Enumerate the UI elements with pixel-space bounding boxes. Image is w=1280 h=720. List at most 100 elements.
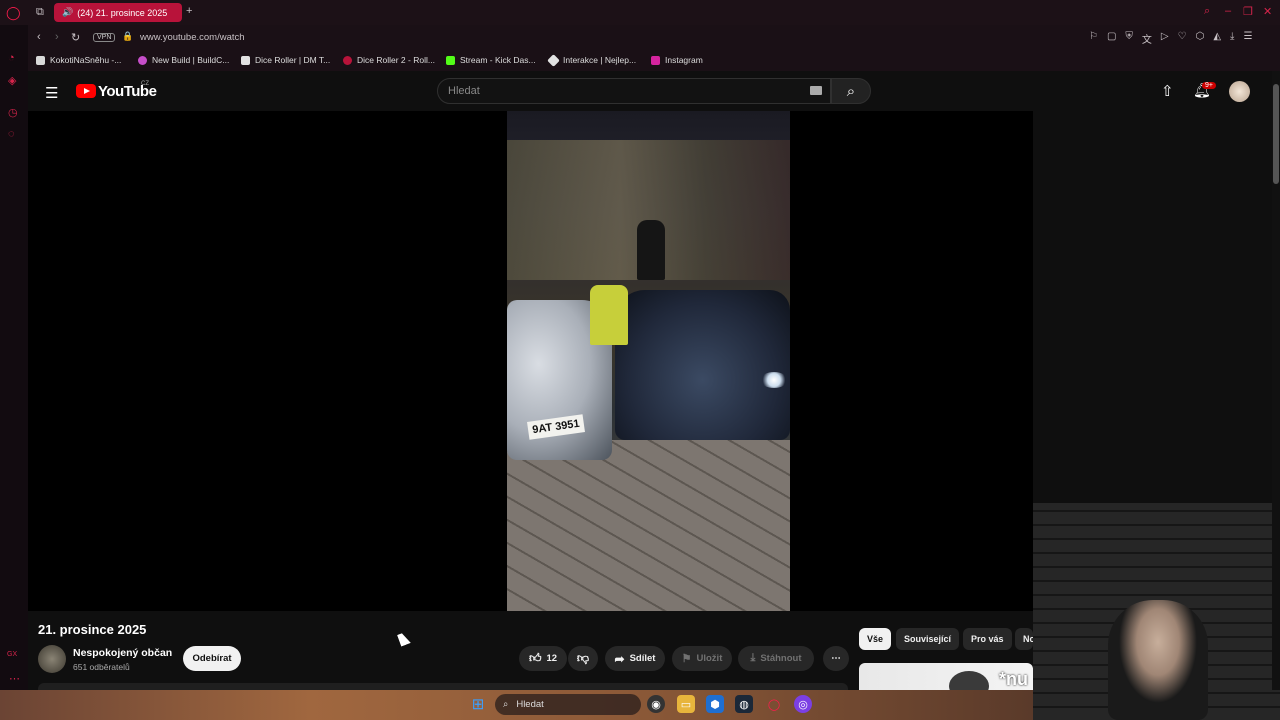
twitch-icon[interactable]: ◈ xyxy=(8,74,16,87)
search-icon: ⌕ xyxy=(846,82,856,100)
like-count: 12 xyxy=(546,653,558,664)
gx-icon[interactable]: GX xyxy=(7,651,17,658)
file-explorer-icon[interactable]: ▭ xyxy=(677,695,695,713)
subscriber-count: 651 odběratelů xyxy=(73,662,130,672)
bookmark-item[interactable]: Interakce | Nejlep... xyxy=(547,53,636,67)
download-label: Stáhnout xyxy=(760,653,802,664)
tab-switcher-icon[interactable]: ⧉ xyxy=(36,6,44,19)
shield-icon[interactable]: ⛨ xyxy=(1125,31,1133,46)
channel-avatar[interactable] xyxy=(38,645,66,673)
bookmark-item[interactable]: Stream - Kick Das... xyxy=(446,55,536,65)
back-button[interactable]: ‹ xyxy=(37,31,41,43)
steam-icon[interactable]: ◍ xyxy=(735,695,753,713)
country-code: CZ xyxy=(141,81,149,87)
bookmark-item[interactable]: KokotiNaSněhu -... xyxy=(36,55,121,65)
url-field[interactable]: www.youtube.com/watch xyxy=(140,32,245,43)
menu-icon[interactable]: ☰ xyxy=(1243,31,1252,46)
video-person-on-car xyxy=(637,220,665,280)
chip-for-you[interactable]: Pro vás xyxy=(963,628,1012,650)
opera-gx-taskbar-icon[interactable]: ◯ xyxy=(765,695,783,713)
search-input[interactable]: Hledat xyxy=(437,78,831,104)
chip-related[interactable]: Související xyxy=(896,628,960,650)
bookmark-favicon-icon xyxy=(138,55,147,65)
bookmark-favicon-icon xyxy=(547,53,560,67)
instagram-icon xyxy=(651,55,660,65)
translate-icon[interactable]: 文 xyxy=(1142,31,1152,46)
account-avatar[interactable] xyxy=(1229,81,1250,102)
save-label: Uložit xyxy=(696,653,723,664)
bookmark-favicon-icon xyxy=(343,55,352,65)
reload-button[interactable]: ↻ xyxy=(71,31,80,44)
minimize-button[interactable]: – xyxy=(1225,5,1231,17)
video-pavement xyxy=(507,440,790,611)
tab-title: (24) 21. prosince 2025 xyxy=(77,7,168,18)
hamburger-menu-icon[interactable]: ☰ xyxy=(45,84,58,102)
related-video-thumbnail[interactable]: *nu xyxy=(859,663,1033,690)
share-icon: ➦ xyxy=(614,651,625,666)
thumbnail-face xyxy=(949,671,989,690)
browser-sidebar xyxy=(0,25,28,690)
gx-control-icon[interactable]: ◔ xyxy=(8,52,15,64)
heart-icon[interactable]: ♡ xyxy=(1178,31,1187,46)
app-icon-camera[interactable]: ◉ xyxy=(647,695,665,713)
bookmark-item[interactable]: Dice Roller 2 - Roll... xyxy=(343,55,435,65)
account-icon[interactable]: ◭ xyxy=(1213,31,1221,46)
webcam-person xyxy=(1108,600,1208,720)
search-placeholder: Hledat xyxy=(448,85,480,97)
save-button[interactable]: ⚑ Uložit xyxy=(672,646,732,671)
play-icon[interactable]: ▷ xyxy=(1161,31,1169,46)
history-icon[interactable]: ◷ xyxy=(8,106,18,119)
share-button[interactable]: ➦ Sdílet xyxy=(605,646,665,671)
maximize-button[interactable]: ❐ xyxy=(1243,5,1253,18)
upload-icon[interactable]: ⇧ xyxy=(1161,82,1174,100)
like-button[interactable]: 👍︎ 12 xyxy=(519,646,567,671)
app-icon-blue[interactable]: ⬢ xyxy=(706,695,724,713)
bookmark-item[interactable]: Instagram xyxy=(651,55,703,65)
active-tab[interactable]: 🔊 (24) 21. prosince 2025 xyxy=(54,3,182,22)
keyboard-icon[interactable] xyxy=(810,86,822,95)
search-button[interactable]: ⌕ xyxy=(831,78,871,104)
windows-start-icon[interactable]: ⊞ xyxy=(469,695,487,713)
new-tab-button[interactable]: + xyxy=(186,5,192,17)
more-horizontal-icon: ⋯ xyxy=(831,653,841,664)
dislike-button[interactable]: 👎︎ xyxy=(568,646,598,671)
download-arrow-icon: ⤓ xyxy=(750,652,756,664)
bookmark-favicon-icon xyxy=(241,55,250,65)
notification-badge: 9+ xyxy=(1202,82,1216,89)
thumbs-down-icon: 👎︎ xyxy=(576,651,590,665)
snapshot-icon[interactable]: ▢ xyxy=(1107,31,1116,46)
chip-all[interactable]: Vše xyxy=(859,628,892,650)
messenger-icon[interactable]: ◌ xyxy=(8,128,15,140)
bookmark-favicon-icon xyxy=(36,55,45,65)
forward-button[interactable]: › xyxy=(55,31,59,43)
more-actions-button[interactable]: ⋯ xyxy=(823,646,849,671)
bookmark-save-icon: ⚑ xyxy=(681,653,692,665)
lock-icon[interactable]: 🔒 xyxy=(122,31,133,42)
opera-gx-logo-icon[interactable]: ◯ xyxy=(6,5,21,21)
taskbar-search[interactable]: ⌕ Hledat xyxy=(495,694,641,715)
download-button[interactable]: ⤓ Stáhnout xyxy=(738,646,814,671)
more-sidebar-icon[interactable]: ⋯ xyxy=(9,672,20,685)
subscribe-button[interactable]: Odebírat xyxy=(183,646,241,671)
close-window-button[interactable]: ✕ xyxy=(1263,5,1272,18)
channel-name[interactable]: Nespokojený občan xyxy=(73,647,172,659)
search-tabs-icon[interactable]: ⌕ xyxy=(1204,5,1210,18)
youtube-logo-icon[interactable] xyxy=(76,84,96,98)
app-icon-purple[interactable]: ◎ xyxy=(794,695,812,713)
bookmark-favicon-icon xyxy=(446,55,455,65)
bookmark-item[interactable]: New Build | BuildC... xyxy=(138,55,229,65)
bookmark-icon[interactable]: ⚐ xyxy=(1089,31,1098,46)
video-police-officer xyxy=(590,285,628,345)
vpn-badge[interactable]: VPN xyxy=(93,33,116,42)
taskbar-search-icon: ⌕ xyxy=(503,699,509,710)
scrollbar-thumb[interactable] xyxy=(1273,84,1279,184)
chip-more[interactable]: No xyxy=(1015,628,1033,650)
description-box[interactable] xyxy=(38,683,848,690)
download-icon[interactable]: ⤓ xyxy=(1230,31,1234,46)
speaker-icon: 🔊 xyxy=(62,7,74,17)
bookmark-item[interactable]: Dice Roller | DM T... xyxy=(241,55,330,65)
video-headlight xyxy=(760,372,788,388)
video-dark-car xyxy=(615,290,790,440)
mouse-cursor xyxy=(397,631,411,647)
extensions-icon[interactable]: ⬡ xyxy=(1196,31,1205,46)
